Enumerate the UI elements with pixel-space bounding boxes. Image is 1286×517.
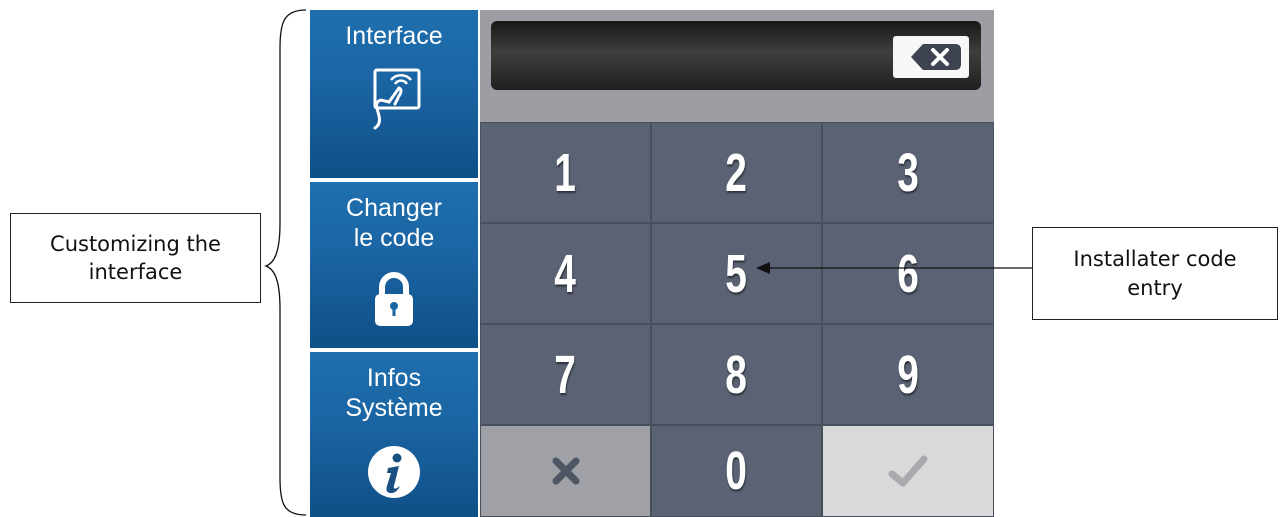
key-8-label: 8 [725, 344, 748, 405]
confirm-button[interactable] [822, 425, 994, 517]
key-8[interactable]: 8 [651, 324, 822, 425]
key-3-label: 3 [897, 142, 919, 203]
system-info-button[interactable]: Infos Système [310, 352, 478, 517]
key-1-label: 1 [554, 142, 577, 203]
key-0[interactable]: 0 [651, 425, 822, 517]
backspace-icon [911, 44, 961, 70]
system-info-label: Infos Système [345, 364, 443, 422]
change-code-label: Changer le code [346, 194, 442, 252]
customizing-callout-text: Customizing the interface [50, 231, 221, 284]
interface-button[interactable]: Interface [310, 10, 478, 178]
brace-icon [264, 9, 307, 516]
key-4[interactable]: 4 [480, 223, 651, 324]
key-5-label: 5 [725, 243, 748, 304]
installer-code-callout: Installater code entry [1032, 227, 1278, 320]
cancel-button[interactable] [480, 425, 651, 517]
key-2[interactable]: 2 [651, 122, 822, 223]
info-icon [368, 446, 420, 498]
backspace-button[interactable] [893, 36, 969, 78]
key-1[interactable]: 1 [480, 122, 651, 223]
key-3[interactable]: 3 [822, 122, 994, 223]
checkmark-icon [888, 455, 928, 487]
change-code-button[interactable]: Changer le code [310, 182, 478, 348]
code-display [491, 21, 981, 90]
key-2-label: 2 [725, 142, 748, 203]
padlock-icon [375, 272, 413, 326]
installer-code-callout-text: Installater code entry [1073, 247, 1237, 300]
pointer-arrow [756, 262, 1034, 274]
key-0-label: 0 [725, 441, 748, 501]
interface-label: Interface [345, 22, 443, 50]
key-7-label: 7 [554, 344, 577, 405]
key-9-label: 9 [897, 344, 919, 405]
cross-icon [552, 457, 579, 485]
key-9[interactable]: 9 [822, 324, 994, 425]
key-7[interactable]: 7 [480, 324, 651, 425]
sidebar: Interface Changer le code Infos Système [310, 10, 478, 517]
customizing-callout: Customizing the interface [10, 213, 261, 303]
key-4-label: 4 [554, 243, 577, 304]
touch-hand-icon [373, 68, 421, 130]
